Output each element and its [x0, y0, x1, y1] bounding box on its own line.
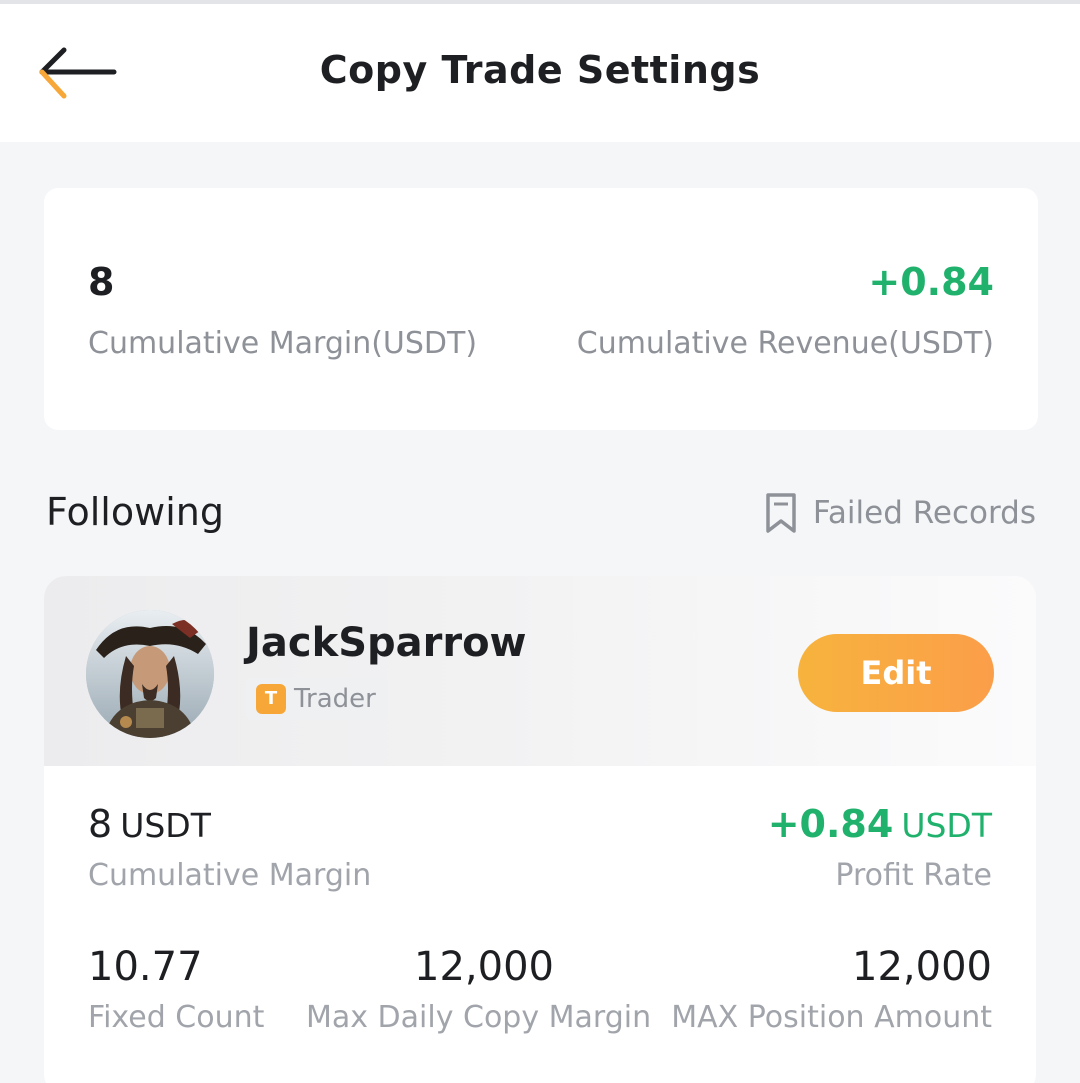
margin-label: Cumulative Margin: [88, 858, 372, 893]
max-position-amount-label: MAX Position Amount: [671, 1000, 992, 1035]
fixed-count-label: Fixed Count: [88, 1000, 265, 1035]
max-daily-copy-margin-label: Max Daily Copy Margin: [306, 1000, 652, 1035]
cumulative-margin-label: Cumulative Margin(USDT): [88, 326, 478, 361]
bookmark-icon: [766, 493, 796, 533]
cumulative-margin-value: 8: [88, 260, 115, 304]
profit-value: +0.84: [767, 802, 894, 846]
cumulative-revenue-value: +0.84: [868, 260, 994, 304]
profit-unit: USDT: [901, 806, 992, 845]
summary-card: 8 +0.84 Cumulative Margin(USDT) Cumulati…: [44, 188, 1038, 430]
profit-label: Profit Rate: [835, 858, 992, 893]
following-title: Following: [46, 490, 224, 534]
trader-badge: T Trader: [246, 678, 388, 720]
max-position-amount-value: 12,000: [852, 944, 992, 990]
following-trader-card[interactable]: JackSparrow T Trader Edit 8 USDT +0.84 USD…: [44, 576, 1036, 1083]
app-header: Copy Trade Settings: [0, 4, 1080, 142]
page-title: Copy Trade Settings: [319, 48, 761, 92]
trader-badge-label: Trader: [294, 684, 376, 714]
profit-amount: +0.84 USDT: [768, 802, 992, 846]
trader-badge-icon: T: [256, 684, 286, 714]
trader-header: JackSparrow T Trader Edit: [44, 576, 1036, 766]
edit-button[interactable]: Edit: [798, 634, 994, 712]
trader-portrait-image: [86, 610, 214, 738]
cumulative-revenue-label: Cumulative Revenue(USDT): [576, 326, 994, 361]
max-daily-copy-margin-value: 12,000: [414, 944, 554, 990]
failed-records-label: Failed Records: [812, 495, 1036, 531]
margin-unit: USDT: [120, 806, 211, 845]
failed-records-link[interactable]: Failed Records: [763, 490, 1036, 536]
trader-name: JackSparrow: [246, 620, 527, 666]
avatar[interactable]: [86, 610, 214, 738]
margin-value: 8: [88, 802, 113, 846]
margin-amount: 8 USDT: [88, 802, 211, 846]
fixed-count-value: 10.77: [88, 944, 203, 990]
